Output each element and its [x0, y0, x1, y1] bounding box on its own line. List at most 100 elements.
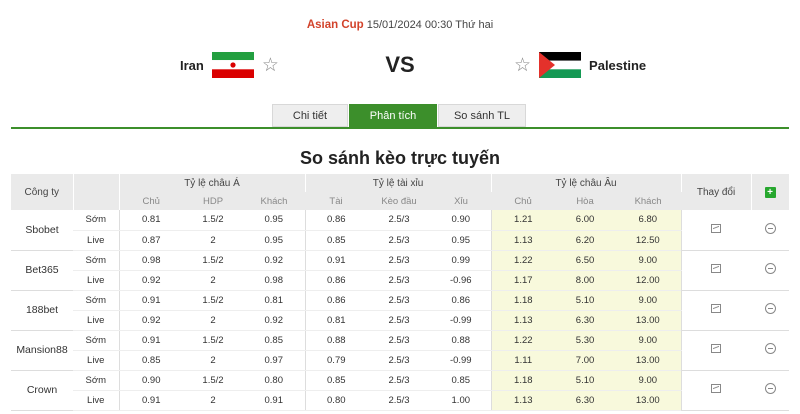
bookmaker-name[interactable]: Mansion88 — [11, 330, 73, 371]
change-cell — [680, 330, 752, 371]
plus-icon[interactable]: + — [764, 186, 776, 198]
league-name[interactable]: Asian Cup — [307, 19, 364, 31]
tab-phan-tich[interactable]: Phân tích — [349, 104, 437, 127]
sub-header: Tài — [305, 192, 368, 210]
odds-cell: 2.5/3 — [367, 270, 432, 291]
odds-cell: 0.85 — [304, 370, 368, 391]
odds-cell: 0.95 — [243, 210, 306, 231]
odds-cell: 0.86 — [304, 290, 368, 311]
european-odds-header: Tỷ lệ châu Âu — [491, 174, 682, 192]
favorite-away-star-icon[interactable]: ☆ — [514, 56, 531, 75]
odds-cell: 2.5/3 — [367, 230, 432, 251]
asian-handicap-header: Tỷ lệ châu Á — [119, 174, 306, 192]
odds-type: Live — [73, 390, 119, 411]
odds-cell: 0.85 — [431, 370, 492, 391]
odds-cell: 6.50 — [555, 250, 616, 271]
odds-cell: 9.00 — [615, 290, 682, 311]
odds-cell: 0.92 — [118, 310, 183, 331]
away-team-name[interactable]: Palestine — [589, 58, 646, 73]
collapse-cell — [751, 330, 790, 371]
odds-cell: 1.17 — [490, 270, 556, 291]
sub-header: Xỉu — [431, 192, 492, 210]
bookmaker-name[interactable]: 188bet — [11, 290, 73, 331]
odds-cell: 1.22 — [490, 330, 556, 351]
section-title: So sánh kèo trực tuyến — [299, 148, 501, 168]
change-cell — [680, 210, 752, 251]
odds-cell: -0.96 — [431, 270, 492, 291]
odds-cell: 2 — [183, 390, 243, 411]
odds-cell: 6.30 — [555, 310, 616, 331]
odds-cell: 13.00 — [615, 390, 682, 411]
bookmaker-name[interactable]: Crown — [11, 370, 73, 411]
palestine-flag-icon — [539, 52, 582, 78]
company-header: Công ty — [11, 174, 74, 210]
collapse-cell — [751, 290, 790, 331]
table-row: Mansion88 Sớm 0.91 1.5/2 0.85 0.88 2.5/3 0.88 1.… — [11, 330, 790, 371]
odds-cell: 0.79 — [304, 350, 368, 371]
odds-cell: 1.21 — [490, 210, 556, 231]
odds-cell: 5.10 — [555, 290, 616, 311]
odds-cell: 1.00 — [431, 390, 492, 411]
odds-cell: 0.92 — [243, 310, 306, 331]
line-chart-icon[interactable] — [711, 384, 722, 393]
odds-cell: 2.5/3 — [367, 210, 432, 231]
odds-cell: 2 — [183, 350, 243, 371]
odds-cell: 0.98 — [243, 270, 306, 291]
odds-cell: 1.13 — [490, 390, 556, 411]
odds-cell: 1.18 — [490, 290, 556, 311]
away-team: ☆ Palestine — [514, 52, 646, 78]
odds-cell: 2.5/3 — [367, 390, 432, 411]
tab-so-sanh-tl[interactable]: So sánh TL — [438, 104, 526, 127]
minus-circle-icon[interactable] — [764, 303, 776, 314]
odds-cell: 13.00 — [615, 310, 682, 331]
odds-cell: 1.13 — [490, 310, 556, 331]
minus-circle-icon[interactable] — [764, 222, 776, 234]
odds-cell: 2.5/3 — [367, 310, 432, 331]
odds-cell: 0.99 — [431, 250, 492, 271]
table-row: Live 0.87 2 0.95 0.85 2.5/3 0.95 1.13 6.20 12.50 — [11, 230, 789, 251]
table-row: Live 0.85 2 0.97 0.79 2.5/3 -0.99 1.11 7.00 13.00 — [11, 350, 789, 371]
add-column: + — [751, 174, 790, 210]
odds-cell: 0.95 — [243, 230, 306, 251]
table-row: Live 0.92 2 0.92 0.81 2.5/3 -0.99 1.13 6.30 13.00 — [11, 310, 789, 331]
odds-cell: 6.00 — [555, 210, 616, 231]
odds-type: Sớm — [73, 290, 119, 311]
odds-cell: 0.91 — [304, 250, 368, 271]
odds-cell: 0.95 — [431, 230, 492, 251]
odds-cell: 1.5/2 — [183, 370, 243, 391]
odds-cell: 0.81 — [243, 290, 306, 311]
bookmaker-name[interactable]: Sbobet — [11, 210, 73, 251]
analysis-tabs: Chi tiết Phân tích So sánh TL — [272, 104, 527, 127]
odds-cell: 1.5/2 — [183, 210, 243, 231]
line-chart-icon[interactable] — [711, 223, 722, 233]
minus-circle-icon[interactable] — [764, 343, 776, 354]
odds-type: Sớm — [73, 210, 119, 231]
table-row: Bet365 Sớm 0.98 1.5/2 0.92 0.91 2.5/3 0.99 1.22 6… — [11, 250, 790, 291]
sub-header: Hòa — [555, 192, 616, 210]
minus-circle-icon[interactable] — [764, 263, 776, 274]
tab-chi-tiet[interactable]: Chi tiết — [272, 104, 348, 127]
change-cell — [680, 290, 752, 331]
over-under-header: Tỷ lệ tài xỉu — [305, 174, 492, 192]
odds-cell: 6.30 — [555, 390, 616, 411]
collapse-cell — [751, 210, 790, 251]
bookmaker-name[interactable]: Bet365 — [11, 250, 73, 291]
odds-cell: 0.98 — [118, 250, 183, 271]
odds-cell: 0.86 — [304, 270, 368, 291]
line-chart-icon[interactable] — [711, 344, 722, 353]
odds-cell: 0.91 — [118, 330, 183, 351]
table-header-sub: Chủ HDP Khách Tài Kèo đầu Xỉu Chủ Hòa Kh… — [11, 192, 789, 210]
change-header: Thay đổi — [681, 174, 752, 210]
odds-cell: 9.00 — [615, 370, 682, 391]
line-chart-icon[interactable] — [711, 304, 722, 313]
odds-cell: 2 — [183, 310, 243, 331]
odds-type: Sớm — [73, 370, 119, 391]
match-header: Asian Cup 15/01/2024 00:30 Thứ hai Iran … — [0, 0, 800, 100]
line-chart-icon[interactable] — [711, 264, 722, 273]
odds-cell: 2.5/3 — [367, 290, 432, 311]
odds-cell: 1.11 — [490, 350, 556, 371]
odds-cell: 0.91 — [243, 390, 306, 411]
minus-circle-icon[interactable] — [764, 383, 776, 394]
odds-cell: 2 — [183, 270, 243, 291]
odds-cell: -0.99 — [431, 310, 492, 331]
